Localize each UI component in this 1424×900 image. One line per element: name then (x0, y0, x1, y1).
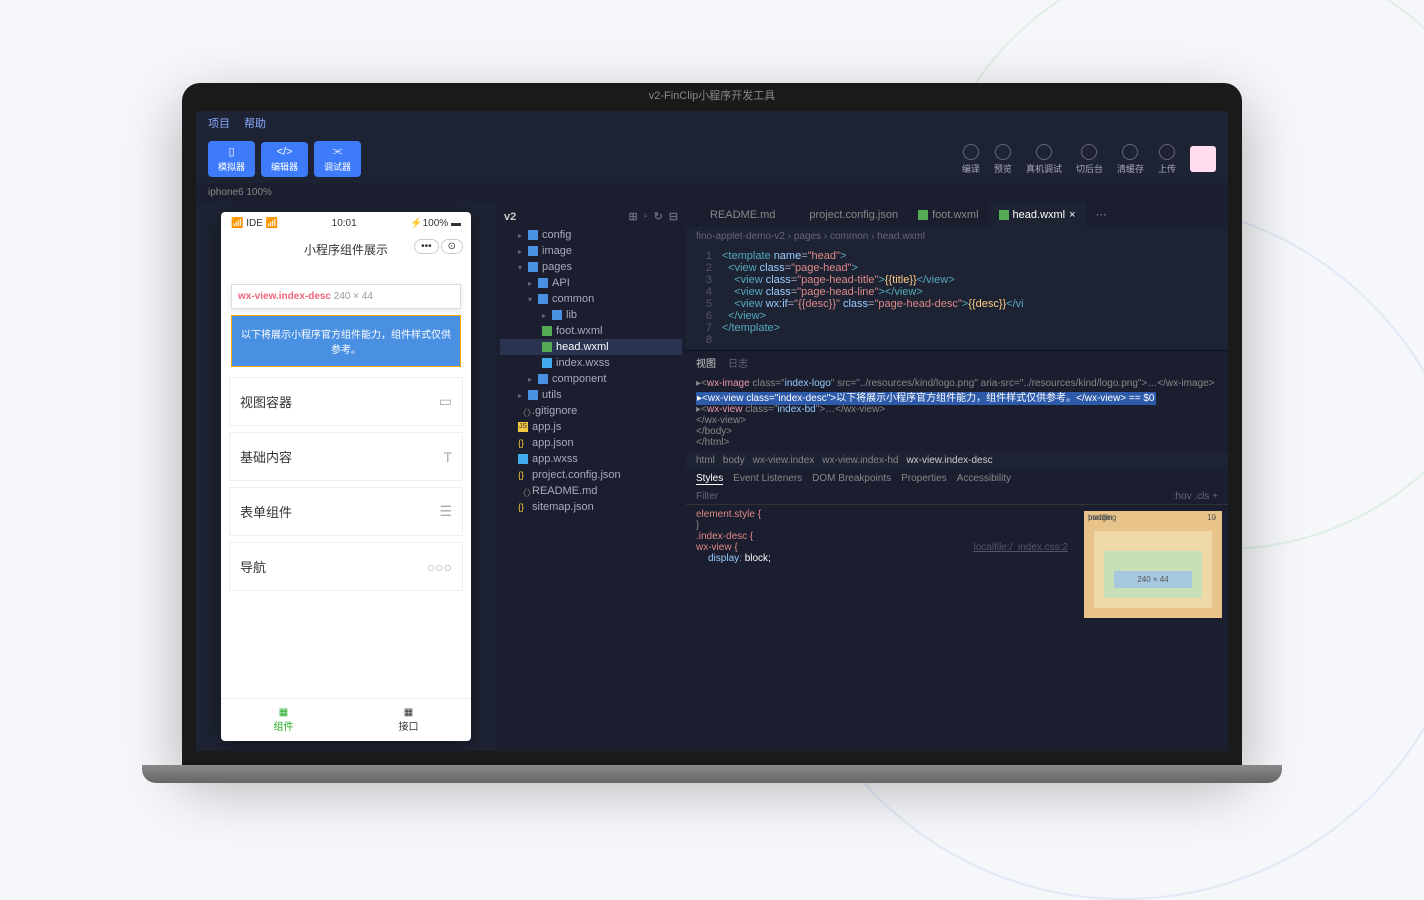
menu-help[interactable]: 帮助 (244, 115, 266, 131)
tb-compile[interactable]: 编译 (962, 144, 980, 175)
phone-list-item[interactable]: 视图容器▭ (229, 377, 463, 426)
collapse-icon[interactable]: ⊟ (669, 210, 678, 223)
toolbar: ▯模拟器 </>编辑器 ⫘调试器 编译 预览 真机调试 切后台 清缓存 上传 (196, 135, 1228, 183)
style-tab[interactable]: Accessibility (957, 473, 1011, 485)
tree-node[interactable]: ▸ API (500, 275, 682, 291)
tree-node[interactable]: ▾ pages (500, 259, 682, 275)
inspect-tooltip: wx-view.index-desc 240 × 44 (231, 284, 461, 309)
capsule-close[interactable]: ⊙ (441, 239, 463, 254)
tree-node[interactable]: 〈〉 .gitignore (500, 403, 682, 419)
new-folder-icon[interactable]: ▫ (644, 210, 648, 223)
code-editor[interactable]: 1<template name="head">2 <view class="pa… (686, 246, 1228, 350)
phone-list-item[interactable]: 基础内容T (229, 432, 463, 481)
user-avatar[interactable] (1190, 146, 1216, 172)
editor-tab[interactable]: head.wxml × (989, 202, 1086, 227)
mode-debugger[interactable]: ⫘调试器 (314, 141, 361, 177)
style-tab[interactable]: Properties (901, 473, 947, 485)
laptop-frame: v2-FinClip小程序开发工具 项目 帮助 ▯模拟器 </>编辑器 ⫘调试器… (182, 83, 1242, 783)
tab-more[interactable]: ⋯ (1086, 202, 1117, 227)
tb-upload[interactable]: 上传 (1158, 144, 1176, 175)
tree-node[interactable]: index.wxss (500, 355, 682, 371)
style-tab[interactable]: Styles (696, 473, 723, 485)
editor-panel: README.mdproject.config.jsonfoot.wxmlhea… (686, 202, 1228, 751)
phone-list-item[interactable]: 表单组件☰ (229, 487, 463, 536)
tree-node[interactable]: 〈〉 README.md (500, 483, 682, 499)
tb-preview[interactable]: 预览 (994, 144, 1012, 175)
tree-node[interactable]: ▸ component (500, 371, 682, 387)
phone-tab[interactable]: ▦组件 (221, 699, 346, 741)
tree-node[interactable]: ▸ lib (500, 307, 682, 323)
capsule-menu[interactable]: ••• (414, 239, 439, 254)
dom-tree[interactable]: ▸<wx-image class="index-logo" src="../re… (686, 374, 1228, 452)
refresh-icon[interactable]: ↻ (654, 210, 663, 223)
tree-node[interactable]: JS app.js (500, 419, 682, 435)
tree-node[interactable]: foot.wxml (500, 323, 682, 339)
editor-tab[interactable]: README.md (686, 202, 785, 227)
file-explorer: v2 ⊞ ▫ ↻ ⊟ ▸ config▸ image▾ pages▸ API▾ comm… (496, 202, 686, 751)
devtab-log[interactable]: 日志 (728, 355, 748, 370)
ide-screen: v2-FinClip小程序开发工具 项目 帮助 ▯模拟器 </>编辑器 ⫘调试器… (196, 111, 1228, 751)
style-filter[interactable]: Filter (696, 491, 718, 502)
style-tab[interactable]: DOM Breakpoints (812, 473, 891, 485)
window-title: v2-FinClip小程序开发工具 (649, 87, 776, 103)
tb-background[interactable]: 切后台 (1076, 144, 1103, 175)
phone-list-item[interactable]: 导航○○○ (229, 542, 463, 591)
tree-node[interactable]: head.wxml (500, 339, 682, 355)
breadcrumb[interactable]: fino-applet-demo-v2 › pages › common › h… (686, 227, 1228, 246)
tree-node[interactable]: ▸ config (500, 227, 682, 243)
mode-simulator[interactable]: ▯模拟器 (208, 141, 255, 177)
tree-node[interactable]: {} project.config.json (500, 467, 682, 483)
highlighted-element[interactable]: 以下将展示小程序官方组件能力，组件样式仅供参考。 (231, 315, 461, 367)
tree-node[interactable]: ▸ image (500, 243, 682, 259)
styles-pane[interactable]: element.style {}.index-desc {</span></di… (686, 505, 1078, 751)
menu-project[interactable]: 项目 (208, 115, 230, 131)
phone-frame: 📶 IDE 📶10:01⚡100% ▬ 小程序组件展示•••⊙ wx-view.… (221, 212, 471, 741)
device-info: iphone6 100% (196, 183, 1228, 202)
devtools-panel: 视图日志 ▸<wx-image class="index-logo" src="… (686, 350, 1228, 751)
tb-cache[interactable]: 清缓存 (1117, 144, 1144, 175)
style-tab[interactable]: Event Listeners (733, 473, 802, 485)
mode-editor[interactable]: </>编辑器 (261, 142, 308, 177)
dom-breadcrumb[interactable]: htmlbodywx-view.indexwx-view.index-hdwx-… (686, 452, 1228, 469)
tree-node[interactable]: app.wxss (500, 451, 682, 467)
phone-tab[interactable]: ▦接口 (346, 699, 471, 741)
simulator-panel: 📶 IDE 📶10:01⚡100% ▬ 小程序组件展示•••⊙ wx-view.… (196, 202, 496, 751)
tree-node[interactable]: ▾ common (500, 291, 682, 307)
new-file-icon[interactable]: ⊞ (628, 210, 637, 223)
laptop-base (142, 765, 1282, 783)
app-title: 小程序组件展示 (304, 243, 388, 257)
editor-tab[interactable]: foot.wxml (908, 202, 988, 227)
tree-node[interactable]: {} sitemap.json (500, 499, 682, 515)
editor-tab[interactable]: project.config.json (785, 202, 908, 227)
box-model: margin10 border- padding- 240 × 44 (1078, 505, 1228, 751)
tree-node[interactable]: {} app.json (500, 435, 682, 451)
menu-bar: 项目 帮助 (196, 111, 1228, 135)
devtab-view[interactable]: 视图 (696, 355, 716, 370)
tb-remote[interactable]: 真机调试 (1026, 144, 1062, 175)
tree-node[interactable]: ▸ utils (500, 387, 682, 403)
project-root[interactable]: v2 (504, 211, 516, 223)
